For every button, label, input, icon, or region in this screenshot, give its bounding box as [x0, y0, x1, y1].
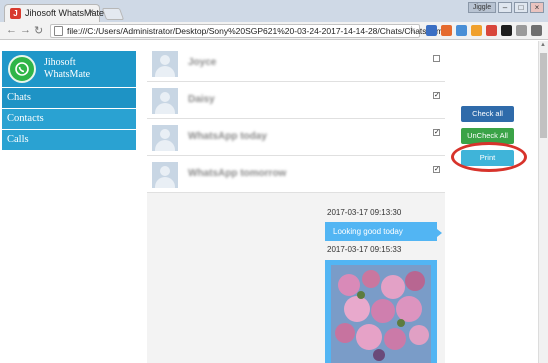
reload-button[interactable]: ↻: [34, 24, 43, 37]
bubble-tail: [437, 229, 442, 237]
rss-icon[interactable]: [471, 25, 482, 36]
check-all-button[interactable]: Check all: [461, 106, 514, 122]
image-message: [325, 260, 437, 363]
message-bubble: Looking good today: [325, 222, 437, 241]
scroll-up-icon[interactable]: ▲: [540, 42, 546, 48]
chat-list: Joyce Daisy ✓ WhatsApp today ✓ WhatsApp …: [147, 46, 445, 193]
extension-icon[interactable]: [501, 25, 512, 36]
address-text: file:///C:/Users/Administrator/Desktop/S…: [67, 26, 445, 36]
sidebar-item-calls[interactable]: Calls: [2, 130, 136, 150]
page-icon: [54, 26, 63, 36]
sidebar: Jihosoft WhatsMate Chats Contacts Calls: [2, 51, 136, 150]
chat-row[interactable]: Joyce: [147, 46, 445, 82]
avatar-icon: [152, 51, 178, 77]
scroll-thumb[interactable]: [540, 53, 547, 138]
highlight-circle: [451, 142, 527, 172]
avatar-icon: [152, 162, 178, 188]
message-timestamp: 2017-03-17 09:15:33: [327, 245, 402, 254]
new-tab-button[interactable]: [101, 8, 125, 20]
brand-header: Jihosoft WhatsMate: [2, 51, 136, 87]
extension-icon[interactable]: [486, 25, 497, 36]
forward-button[interactable]: →: [20, 24, 31, 36]
chat-name: WhatsApp tomorrow: [188, 168, 287, 179]
flower-photo[interactable]: [331, 265, 431, 363]
extension-icon[interactable]: [516, 25, 527, 36]
tab-close-icon[interactable]: ×: [88, 7, 94, 18]
chat-row[interactable]: WhatsApp tomorrow ✓: [147, 157, 445, 193]
sidebar-item-contacts[interactable]: Contacts: [2, 109, 136, 129]
window-close-button[interactable]: ×: [530, 2, 544, 13]
app-favicon-icon: J: [10, 8, 21, 19]
chat-checkbox[interactable]: ✓: [433, 166, 440, 173]
brand-name: Jihosoft WhatsMate: [44, 57, 91, 80]
chat-checkbox[interactable]: [433, 55, 440, 62]
user-profile-chip[interactable]: Jiggle: [468, 2, 496, 13]
extension-icon[interactable]: [456, 25, 467, 36]
chat-name: Daisy: [188, 94, 215, 105]
chat-checkbox[interactable]: ✓: [433, 92, 440, 99]
extension-icons: [426, 25, 542, 36]
chat-row[interactable]: Daisy ✓: [147, 83, 445, 119]
avatar-icon: [152, 125, 178, 151]
extension-icon[interactable]: [426, 25, 437, 36]
whatsapp-logo-icon: [8, 55, 36, 83]
chat-checkbox[interactable]: ✓: [433, 129, 440, 136]
extension-icon[interactable]: [441, 25, 452, 36]
vertical-scrollbar[interactable]: ▲: [538, 41, 548, 363]
address-bar[interactable]: file:///C:/Users/Administrator/Desktop/S…: [50, 24, 445, 38]
maximize-button[interactable]: □: [514, 2, 528, 13]
chat-name: Joyce: [188, 57, 217, 68]
chat-name: WhatsApp today: [188, 131, 267, 142]
conversation-pane: 2017-03-17 09:13:30 Looking good today 2…: [147, 193, 445, 363]
message-text: Looking good today: [333, 227, 403, 236]
browser-titlebar: J Jihosoft WhatsMate × Jiggle – □ ×: [0, 0, 548, 22]
avatar-icon: [152, 88, 178, 114]
menu-icon[interactable]: [531, 25, 542, 36]
browser-tab[interactable]: J Jihosoft WhatsMate ×: [4, 4, 104, 22]
chat-row[interactable]: WhatsApp today ✓: [147, 120, 445, 156]
message-timestamp: 2017-03-17 09:13:30: [327, 208, 402, 217]
browser-toolbar: ← → ↻ file:///C:/Users/Administrator/Des…: [0, 22, 548, 40]
back-button[interactable]: ←: [6, 24, 17, 36]
minimize-button[interactable]: –: [498, 2, 512, 13]
bookmark-star-icon[interactable]: ☆: [407, 25, 416, 36]
sidebar-item-chats[interactable]: Chats: [2, 88, 136, 108]
page-content: Jihosoft WhatsMate Chats Contacts Calls …: [0, 41, 548, 363]
window-controls: – □ ×: [498, 2, 544, 13]
